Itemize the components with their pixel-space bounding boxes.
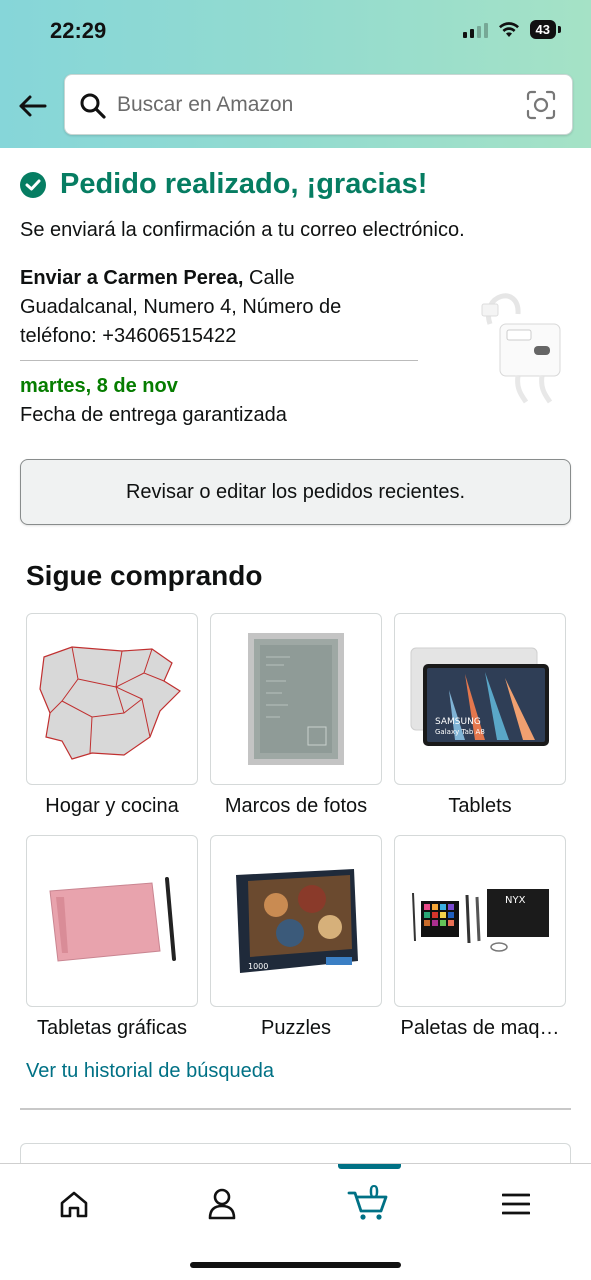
nav-account[interactable] xyxy=(192,1182,252,1226)
email-note: Se enviará la confirmación a tu correo e… xyxy=(20,219,465,241)
cart-count: 0 xyxy=(368,1182,379,1202)
ordered-product-image[interactable] xyxy=(460,284,570,404)
back-button[interactable] xyxy=(14,88,50,124)
tile-image-spain-map xyxy=(26,613,198,785)
battery-level: 43 xyxy=(529,20,556,39)
home-indicator xyxy=(190,1262,401,1268)
delivery-guarantee: Fecha de entrega garantizada xyxy=(20,404,287,426)
puzzle-pieces: 1000 xyxy=(248,962,268,971)
tile-image-makeup: NYX xyxy=(394,835,566,1007)
tile-label: Tablets xyxy=(448,795,512,817)
search-icon xyxy=(80,93,106,119)
confirmation-header: Pedido realizado, ¡gracias! xyxy=(20,168,427,201)
tablet-model: Galaxy Tab A8 xyxy=(435,728,485,736)
tile-image-graphics-tablet xyxy=(26,835,198,1007)
tile-puzzles[interactable]: 1000 Puzzles xyxy=(210,835,382,1040)
camera-scan-icon[interactable] xyxy=(526,90,556,120)
divider xyxy=(20,1108,571,1110)
tile-makeup-palettes[interactable]: NYX Paletas de maq… xyxy=(394,835,566,1040)
tile-image-puzzle: 1000 xyxy=(210,835,382,1007)
ship-to-address: Enviar a Carmen Perea, Calle Guadalcanal… xyxy=(20,264,415,351)
nav-cart[interactable]: 0 xyxy=(338,1182,398,1226)
wifi-icon xyxy=(498,21,519,37)
status-time: 22:29 xyxy=(50,18,107,43)
back-arrow-icon xyxy=(19,95,47,117)
tile-photo-frames[interactable]: Marcos de fotos xyxy=(210,613,382,818)
home-icon xyxy=(60,1191,88,1218)
nav-menu[interactable] xyxy=(486,1182,546,1226)
search-input[interactable] xyxy=(117,87,517,123)
tile-tablets[interactable]: SAMSUNG Galaxy Tab A8 Tablets xyxy=(394,613,566,818)
tile-label: Marcos de fotos xyxy=(224,795,368,817)
delivery-date: martes, 8 de nov xyxy=(20,375,178,397)
makeup-brand: NYX xyxy=(505,895,526,906)
tile-image-photo-frame xyxy=(210,613,382,785)
person-icon xyxy=(208,1188,236,1220)
signal-icon xyxy=(462,22,488,38)
menu-icon xyxy=(502,1193,530,1215)
review-orders-button[interactable]: Revisar o editar los pedidos recientes. xyxy=(20,459,571,525)
search-history-link[interactable]: Ver tu historial de búsqueda xyxy=(26,1060,274,1083)
confirmation-title: Pedido realizado, ¡gracias! xyxy=(60,168,428,200)
tile-label: Paletas de maq… xyxy=(400,1017,560,1039)
search-box[interactable] xyxy=(64,74,573,135)
nav-home[interactable] xyxy=(44,1182,104,1226)
divider xyxy=(20,360,418,361)
tile-home-kitchen[interactable]: Hogar y cocina xyxy=(26,613,198,818)
tile-image-tablet: SAMSUNG Galaxy Tab A8 xyxy=(394,613,566,785)
battery-icon: 43 xyxy=(529,20,561,39)
tile-graphics-tablets[interactable]: Tabletas gráficas xyxy=(26,835,198,1040)
tile-label: Hogar y cocina xyxy=(45,795,179,817)
check-circle-icon xyxy=(20,171,46,198)
tablet-brand: SAMSUNG xyxy=(435,717,481,727)
tile-label: Puzzles xyxy=(260,1017,332,1039)
active-tab-indicator xyxy=(338,1164,401,1169)
tile-label: Tabletas gráficas xyxy=(36,1017,188,1039)
header: 22:29 43 xyxy=(0,0,591,148)
status-icons: 43 xyxy=(462,20,561,39)
ship-to-name: Enviar a Carmen Perea, xyxy=(20,267,244,289)
keep-shopping-title: Sigue comprando xyxy=(26,560,263,591)
